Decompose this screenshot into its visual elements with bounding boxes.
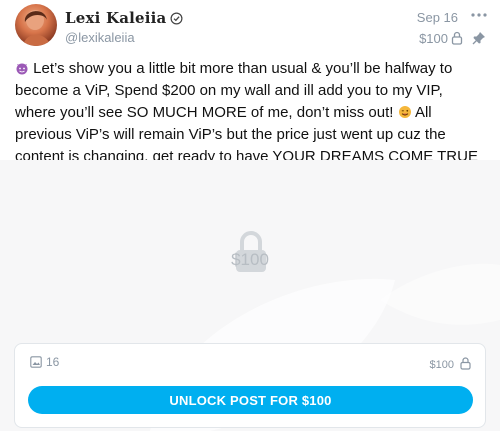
post-text-part-1: Let’s show you a little bit more than us…	[15, 60, 453, 121]
image-icon	[30, 356, 42, 368]
card-price: $100	[429, 359, 454, 371]
wink-emoji-icon	[398, 106, 411, 118]
verified-icon	[170, 12, 183, 24]
author-name[interactable]: Lexi Kaleiia	[65, 9, 166, 27]
lock-icon	[451, 31, 463, 45]
author-row: Lexi Kaleiia	[65, 9, 183, 27]
pin-icon[interactable]	[472, 31, 486, 45]
image-count: 16	[46, 355, 60, 369]
unlock-post-button[interactable]: UNLOCK POST FOR $100	[28, 386, 473, 414]
post-price: $100	[419, 31, 448, 46]
locked-price: $100	[231, 250, 269, 269]
avatar[interactable]	[15, 4, 57, 46]
post-text: Let’s show you a little bit more than us…	[15, 58, 487, 168]
author-handle[interactable]: @lexikaleiia	[65, 30, 135, 45]
post-date[interactable]: Sep 16	[417, 10, 458, 25]
devil-emoji-icon	[16, 63, 28, 75]
more-options-icon[interactable]	[470, 8, 488, 22]
lock-icon	[460, 357, 471, 370]
post-card: Lexi Kaleiia @lexikaleiia Sep 16 $100 Le…	[0, 0, 500, 431]
